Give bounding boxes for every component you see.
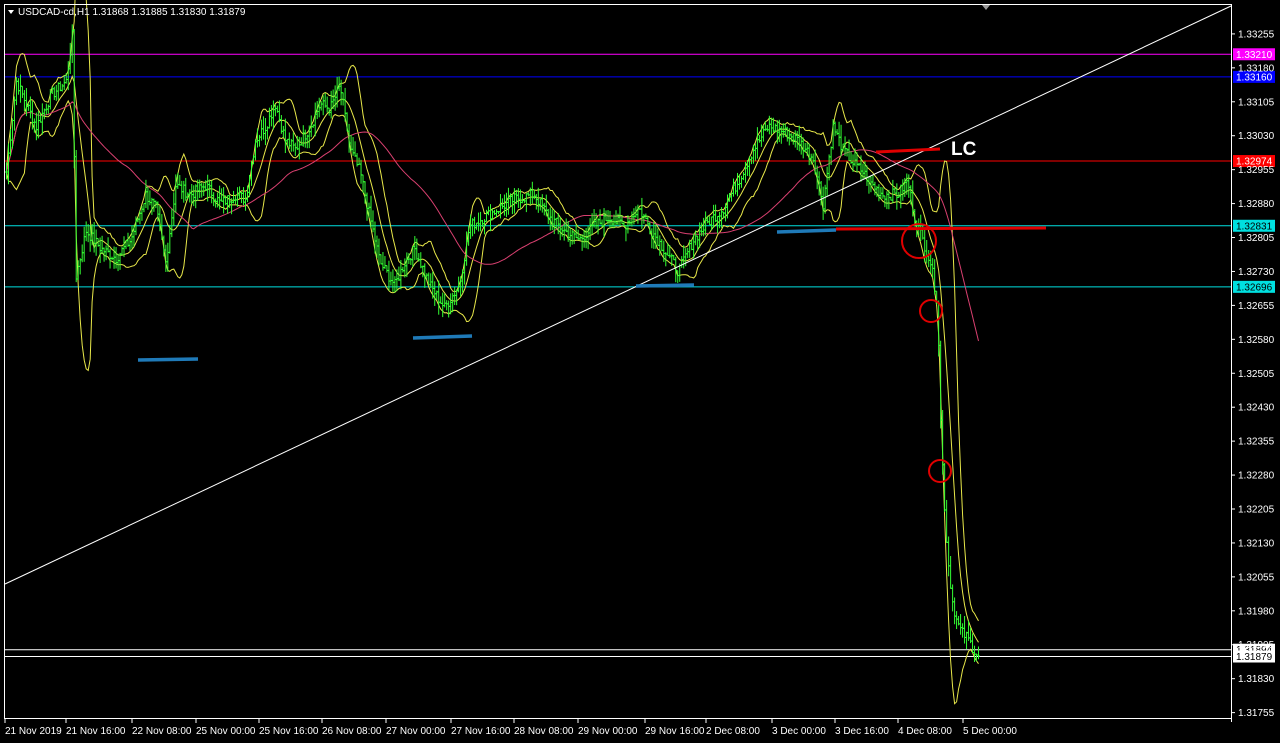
y-tick-label: 1.32805 — [1238, 233, 1275, 244]
x-tick-label: 3 Dec 16:00 — [835, 726, 889, 737]
x-tick-label: 21 Nov 2019 — [5, 726, 62, 737]
x-tick-label: 3 Dec 00:00 — [772, 726, 826, 737]
y-tick-label: 1.33255 — [1238, 29, 1275, 40]
price-level-label: 1.33210 — [1236, 50, 1273, 61]
x-tick-label: 4 Dec 08:00 — [898, 726, 952, 737]
support-mark — [137, 357, 199, 362]
support-mark — [412, 334, 473, 340]
x-tick-label: 29 Nov 00:00 — [578, 726, 638, 737]
x-tick-label: 26 Nov 08:00 — [322, 726, 382, 737]
y-tick-label: 1.32205 — [1238, 505, 1275, 516]
x-tick-label: 28 Nov 08:00 — [514, 726, 574, 737]
x-tick-label: 25 Nov 16:00 — [259, 726, 319, 737]
x-tick-label: 21 Nov 16:00 — [66, 726, 126, 737]
support-mark — [776, 228, 837, 234]
x-tick-label: 2 Dec 08:00 — [706, 726, 760, 737]
y-tick-label: 1.31830 — [1238, 674, 1275, 685]
y-tick-label: 1.32730 — [1238, 267, 1275, 278]
x-tick-label: 27 Nov 16:00 — [451, 726, 511, 737]
y-tick-label: 1.33030 — [1238, 131, 1275, 142]
y-tick-label: 1.32430 — [1238, 403, 1275, 414]
x-tick-label: 29 Nov 16:00 — [645, 726, 705, 737]
y-tick-label: 1.32955 — [1238, 165, 1275, 176]
resistance-mark — [835, 226, 1047, 231]
y-tick-label: 1.31905 — [1238, 640, 1275, 651]
chart-title: USDCAD-cd,H1 1.31868 1.31885 1.31830 1.3… — [18, 7, 246, 18]
y-tick-label: 1.32880 — [1238, 199, 1275, 210]
y-tick-label: 1.32355 — [1238, 437, 1275, 448]
y-tick-label: 1.32130 — [1238, 538, 1275, 549]
support-mark — [635, 283, 695, 288]
y-tick-label: 1.31980 — [1238, 606, 1275, 617]
price-level-label: 1.32696 — [1236, 282, 1273, 293]
y-tick-label: 1.33105 — [1238, 97, 1275, 108]
x-tick-label: 5 Dec 00:00 — [963, 726, 1017, 737]
x-tick-label: 25 Nov 00:00 — [196, 726, 256, 737]
lc-label: LC — [951, 139, 977, 160]
y-tick-label: 1.32055 — [1238, 572, 1275, 583]
y-tick-label: 1.31755 — [1238, 708, 1275, 719]
x-tick-label: 27 Nov 00:00 — [386, 726, 446, 737]
x-tick-label: 22 Nov 08:00 — [132, 726, 192, 737]
y-tick-label: 1.32505 — [1238, 369, 1275, 380]
chart-background — [0, 0, 1280, 743]
chart-svg: 1.332101.331601.329741.328311.326961.318… — [0, 0, 1280, 743]
price-level-label: 1.31879 — [1236, 652, 1273, 663]
chart: 1.33210 1.33160 1.32974 1.32831 1.32696 1.318… — [0, 0, 1280, 743]
y-tick-label: 1.32580 — [1238, 335, 1275, 346]
y-tick-label: 1.32280 — [1238, 471, 1275, 482]
price-level-label: 1.32831 — [1236, 221, 1273, 232]
y-tick-label: 1.32655 — [1238, 301, 1275, 312]
y-tick-label: 1.33180 — [1238, 63, 1275, 74]
